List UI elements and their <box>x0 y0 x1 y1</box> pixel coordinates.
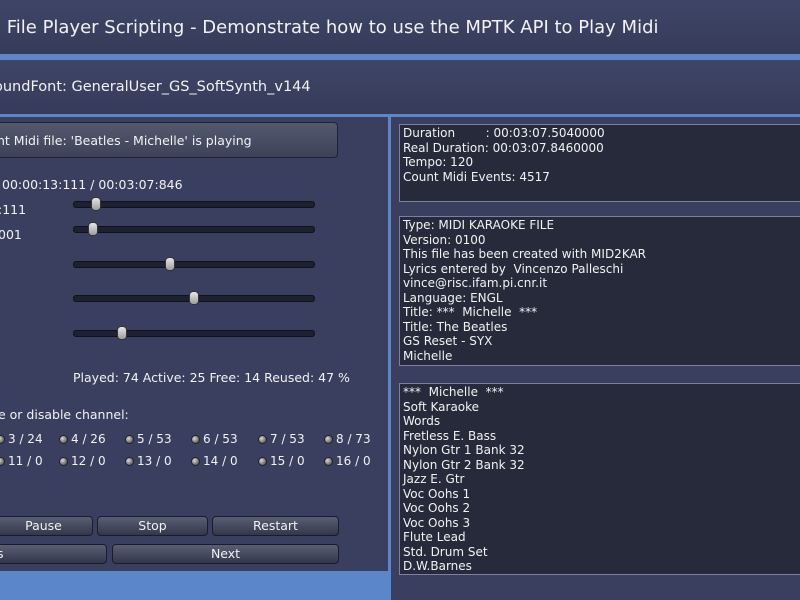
volume-slider[interactable] <box>73 291 315 305</box>
tick-slider[interactable] <box>73 222 315 236</box>
speed-readout: 001 <box>0 227 22 242</box>
channel-toggle[interactable]: 4 / 26 <box>59 432 106 446</box>
voice-stats: Played: 74 Active: 25 Free: 14 Reused: 4… <box>73 370 350 385</box>
channel-toggle[interactable]: 12 / 0 <box>59 454 106 468</box>
pause-button[interactable]: Pause <box>0 516 93 536</box>
stop-button[interactable]: Stop <box>97 516 208 536</box>
speed-slider-handle[interactable] <box>165 257 175 271</box>
soundfont-label: oundFont: GeneralUser_GS_SoftSynth_v144 <box>0 79 311 95</box>
duration-info-box: Duration : 00:03:07.5040000 Real Duratio… <box>399 124 800 202</box>
radio-icon <box>0 456 5 466</box>
soundfont-bar: oundFont: GeneralUser_GS_SoftSynth_v144 <box>0 60 800 114</box>
midi-header-box: Type: MIDI KARAOKE FILE Version: 0100 Th… <box>399 216 800 366</box>
channel-toggle[interactable]: 14 / 0 <box>191 454 238 468</box>
position-slider-handle[interactable] <box>90 197 101 211</box>
status-box: nt Midi file: 'Beatles - Michelle' is pl… <box>0 122 338 158</box>
radio-icon <box>258 456 267 466</box>
channel-toggle[interactable]: 6 / 53 <box>191 432 238 446</box>
transpose-slider-handle[interactable] <box>117 326 127 340</box>
channel-toggle[interactable]: 11 / 0 <box>0 454 43 468</box>
speed-slider[interactable] <box>73 257 315 271</box>
status-text: nt Midi file: 'Beatles - Michelle' is pl… <box>0 133 252 148</box>
next-button[interactable]: Next <box>112 544 339 564</box>
tick-slider-handle[interactable] <box>88 222 99 236</box>
channel-toggle[interactable]: 7 / 53 <box>258 432 305 446</box>
radio-icon <box>125 456 134 466</box>
previous-button[interactable]: s <box>0 544 107 564</box>
restart-button[interactable]: Restart <box>212 516 339 536</box>
radio-icon <box>191 434 200 444</box>
channel-toggle[interactable]: 16 / 0 <box>324 454 371 468</box>
volume-slider-handle[interactable] <box>189 291 199 305</box>
radio-icon <box>0 434 5 444</box>
channel-toggle[interactable]: 8 / 73 <box>324 432 371 446</box>
radio-icon <box>324 456 333 466</box>
channels-label: e or disable channel: <box>0 407 129 422</box>
channel-toggle[interactable]: 13 / 0 <box>125 454 172 468</box>
channel-toggle[interactable]: 5 / 53 <box>125 432 172 446</box>
transpose-slider[interactable] <box>73 326 315 340</box>
radio-icon <box>258 434 267 444</box>
title-bar: i File Player Scripting - Demonstrate ho… <box>0 0 800 56</box>
position-slider[interactable] <box>73 197 315 211</box>
channel-toggle[interactable]: 3 / 24 <box>0 432 43 446</box>
channel-toggle[interactable]: 15 / 0 <box>258 454 305 468</box>
radio-icon <box>59 434 68 444</box>
track-list-box: *** Michelle *** Soft Karaoke Words Fret… <box>399 383 800 575</box>
tick-readout: :111 <box>0 202 27 217</box>
radio-icon <box>59 456 68 466</box>
page-title: i File Player Scripting - Demonstrate ho… <box>0 17 659 38</box>
radio-icon <box>125 434 134 444</box>
time-readout: 00:00:13:111 / 00:03:07:846 <box>2 177 183 192</box>
radio-icon <box>191 456 200 466</box>
radio-icon <box>324 434 333 444</box>
